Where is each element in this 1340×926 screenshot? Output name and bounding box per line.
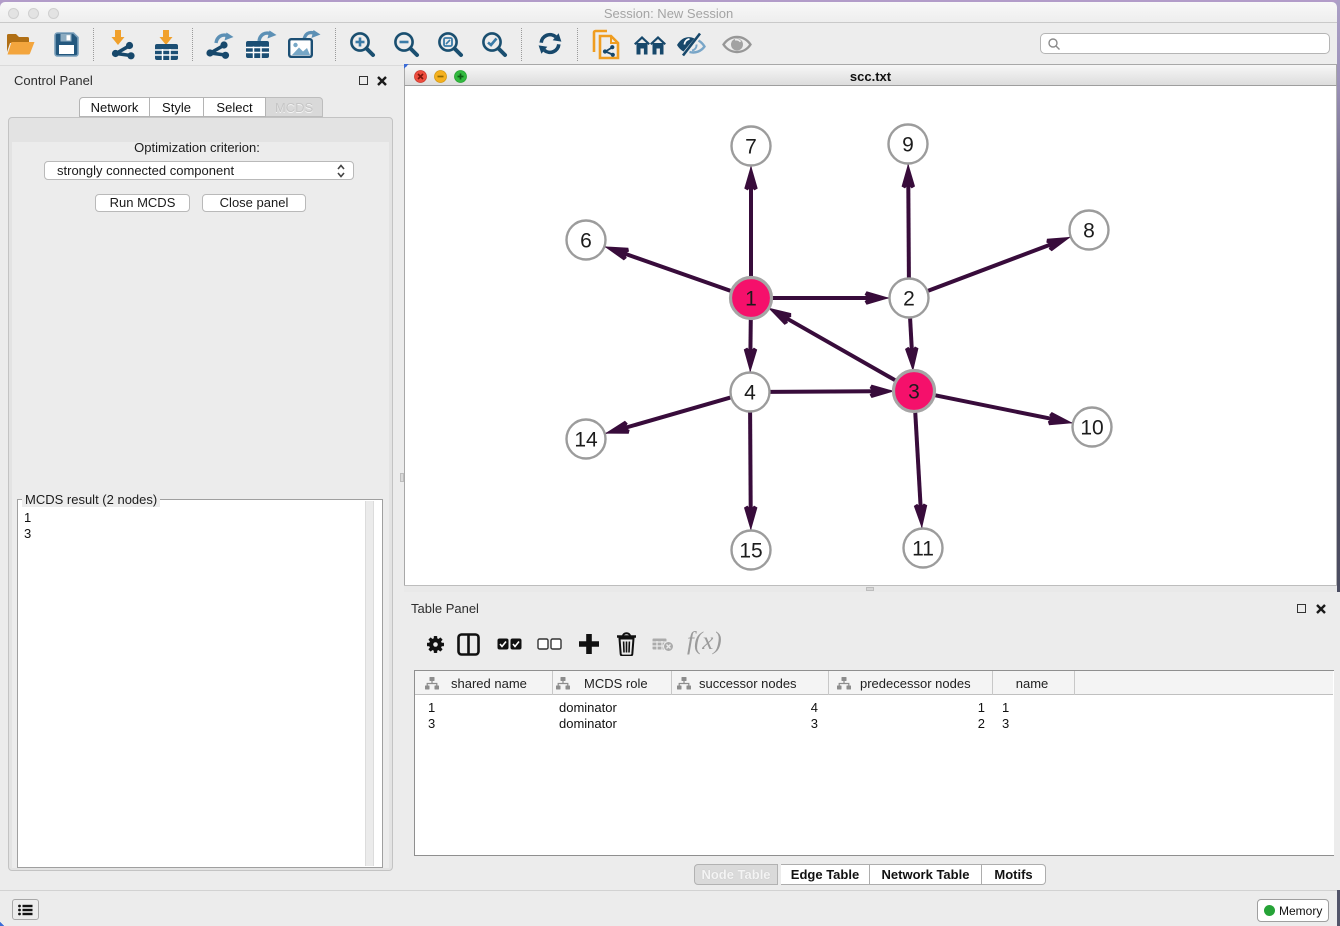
svg-text:3: 3	[908, 381, 920, 404]
svg-text:8: 8	[1083, 220, 1095, 243]
svg-text:7: 7	[745, 136, 757, 159]
svg-text:14: 14	[574, 429, 598, 452]
svg-text:9: 9	[902, 134, 914, 157]
svg-text:4: 4	[744, 382, 756, 405]
svg-text:11: 11	[912, 538, 934, 561]
svg-text:15: 15	[739, 540, 762, 563]
svg-text:10: 10	[1080, 417, 1103, 440]
svg-text:1: 1	[745, 288, 757, 311]
svg-text:6: 6	[580, 230, 592, 253]
svg-text:2: 2	[903, 288, 915, 311]
